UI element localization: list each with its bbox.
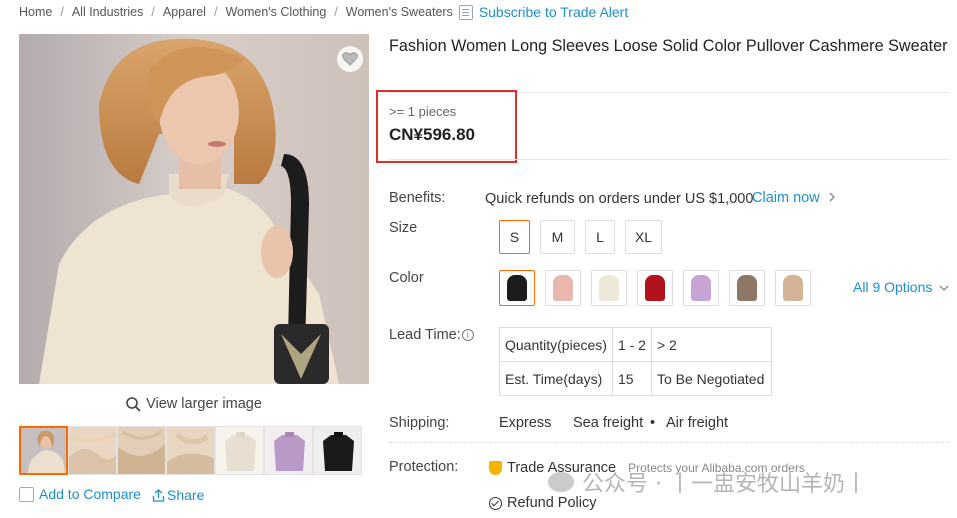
breadcrumb: Home / All Industries / Apparel / Women'…	[19, 4, 628, 20]
chevron-right-icon	[829, 192, 835, 202]
table-row: Est. Time(days) 15 To Be Negotiated	[499, 361, 772, 396]
thumbnail-image	[265, 427, 312, 474]
share-label: Share	[167, 487, 205, 503]
product-price: CN¥596.80	[389, 125, 476, 144]
dashed-divider	[389, 442, 949, 443]
thumbnail-cuff-detail[interactable]	[166, 426, 215, 475]
color-swatch-image	[737, 275, 757, 301]
magnifier-icon	[126, 396, 141, 412]
subscribe-trade-alert-label: Subscribe to Trade Alert	[478, 4, 629, 20]
breadcrumb-home[interactable]: Home	[19, 5, 52, 19]
thumbnail-image	[21, 428, 66, 473]
size-option-s[interactable]: S	[499, 220, 530, 254]
thumbnail-model-front[interactable]	[19, 426, 68, 475]
main-product-image[interactable]	[19, 34, 369, 384]
view-larger-image-label: View larger image	[146, 396, 262, 412]
color-swatch-image	[553, 275, 573, 301]
color-swatch-cream[interactable]	[591, 270, 627, 306]
shipping-method-sea-freight: Sea freight	[573, 415, 644, 431]
table-row: Quantity(pieces) 1 - 2 > 2	[499, 327, 772, 362]
table-cell: 15	[611, 361, 652, 396]
check-circle-icon	[489, 496, 502, 510]
protection-label: Protection:	[389, 459, 459, 475]
all-options-label: All 9 Options	[853, 279, 933, 295]
table-cell: 1 - 2	[611, 327, 652, 362]
add-to-compare-label: Add to Compare	[39, 486, 141, 502]
claim-now-link[interactable]: Claim now	[752, 190, 836, 206]
add-to-compare[interactable]: Add to Compare	[19, 486, 141, 502]
color-swatch-camel[interactable]	[775, 270, 811, 306]
bullet-separator: •	[650, 415, 656, 431]
view-larger-image-link[interactable]: View larger image	[19, 396, 369, 412]
thumbnail-image	[314, 427, 361, 474]
table-cell: > 2	[650, 327, 772, 362]
breadcrumb-separator: /	[60, 5, 64, 19]
shipping-method-air-freight: Air freight	[666, 415, 729, 431]
benefits-label: Benefits:	[389, 190, 446, 206]
wechat-logo-icon	[548, 472, 574, 492]
color-swatch-image	[507, 275, 527, 301]
color-label: Color	[389, 270, 424, 286]
thumbnail-strip	[19, 426, 362, 475]
breadcrumb-womens-sweaters[interactable]: Women's Sweaters	[346, 5, 453, 19]
size-option-xl[interactable]: XL	[625, 220, 662, 254]
breadcrumb-apparel[interactable]: Apparel	[163, 5, 206, 19]
color-swatch-taupe[interactable]	[729, 270, 765, 306]
lead-time-table: Quantity(pieces) 1 - 2 > 2 Est. Time(day…	[499, 327, 772, 396]
compare-checkbox[interactable]	[19, 486, 34, 502]
breadcrumb-separator: /	[151, 5, 155, 19]
color-swatch-lilac[interactable]	[683, 270, 719, 306]
model-photo	[19, 34, 369, 384]
shipping-method-express: Express	[499, 415, 552, 431]
subscribe-trade-alert-link[interactable]: Subscribe to Trade Alert	[458, 4, 629, 20]
color-swatch-pink[interactable]	[545, 270, 581, 306]
document-icon	[458, 4, 473, 20]
all-options-dropdown[interactable]: All 9 Options	[853, 279, 949, 295]
thumbnail-image	[69, 427, 116, 474]
watermark: 公众号 · 丨一盅安牧山羊奶丨	[548, 466, 867, 498]
chevron-down-icon	[939, 285, 949, 291]
lead-time-label-text: Lead Time:	[389, 327, 461, 343]
thumbnail-image	[167, 427, 214, 474]
divider	[389, 159, 949, 160]
thumbnail-image	[216, 427, 263, 474]
thumbnail-black-sweater[interactable]	[313, 426, 362, 475]
color-swatch-image	[691, 275, 711, 301]
color-swatch-image	[645, 275, 665, 301]
watermark-text: 公众号 · 丨一盅安牧山羊奶丨	[582, 472, 867, 497]
thumbnail-cream-sweater[interactable]	[215, 426, 264, 475]
thumbnail-fabric-closeup[interactable]	[68, 426, 117, 475]
heart-icon	[342, 52, 358, 66]
lead-time-label: Lead Time: i	[389, 327, 474, 343]
size-label: Size	[389, 220, 418, 236]
size-option-l[interactable]: L	[585, 220, 615, 254]
benefits-text: Quick refunds on orders under US $1,000	[485, 191, 754, 207]
table-cell: Quantity(pieces)	[499, 327, 613, 362]
color-swatch-red[interactable]	[637, 270, 673, 306]
breadcrumb-womens-clothing[interactable]: Women's Clothing	[225, 5, 326, 19]
share-link[interactable]: Share	[152, 487, 204, 503]
favorite-button[interactable]	[337, 46, 363, 72]
min-order-quantity: >= 1 pieces	[389, 104, 457, 119]
thumbnail-knit-detail[interactable]	[117, 426, 166, 475]
color-swatch-black[interactable]	[499, 270, 535, 306]
info-icon[interactable]: i	[461, 329, 474, 341]
trade-assurance-icon	[489, 461, 502, 475]
share-icon	[152, 488, 165, 502]
table-cell: Est. Time(days)	[499, 361, 613, 396]
table-cell: To Be Negotiated	[650, 361, 772, 396]
color-swatch-image	[783, 275, 803, 301]
thumbnail-image	[118, 427, 165, 474]
shipping-label: Shipping:	[389, 415, 450, 431]
thumbnail-lilac-sweater[interactable]	[264, 426, 313, 475]
size-option-m[interactable]: M	[540, 220, 575, 254]
breadcrumb-separator: /	[334, 5, 338, 19]
claim-now-label: Claim now	[752, 190, 820, 206]
breadcrumb-separator: /	[213, 5, 218, 19]
breadcrumb-all-industries[interactable]: All Industries	[72, 5, 144, 19]
color-swatch-image	[599, 275, 619, 301]
product-title: Fashion Women Long Sleeves Loose Solid C…	[389, 37, 948, 55]
